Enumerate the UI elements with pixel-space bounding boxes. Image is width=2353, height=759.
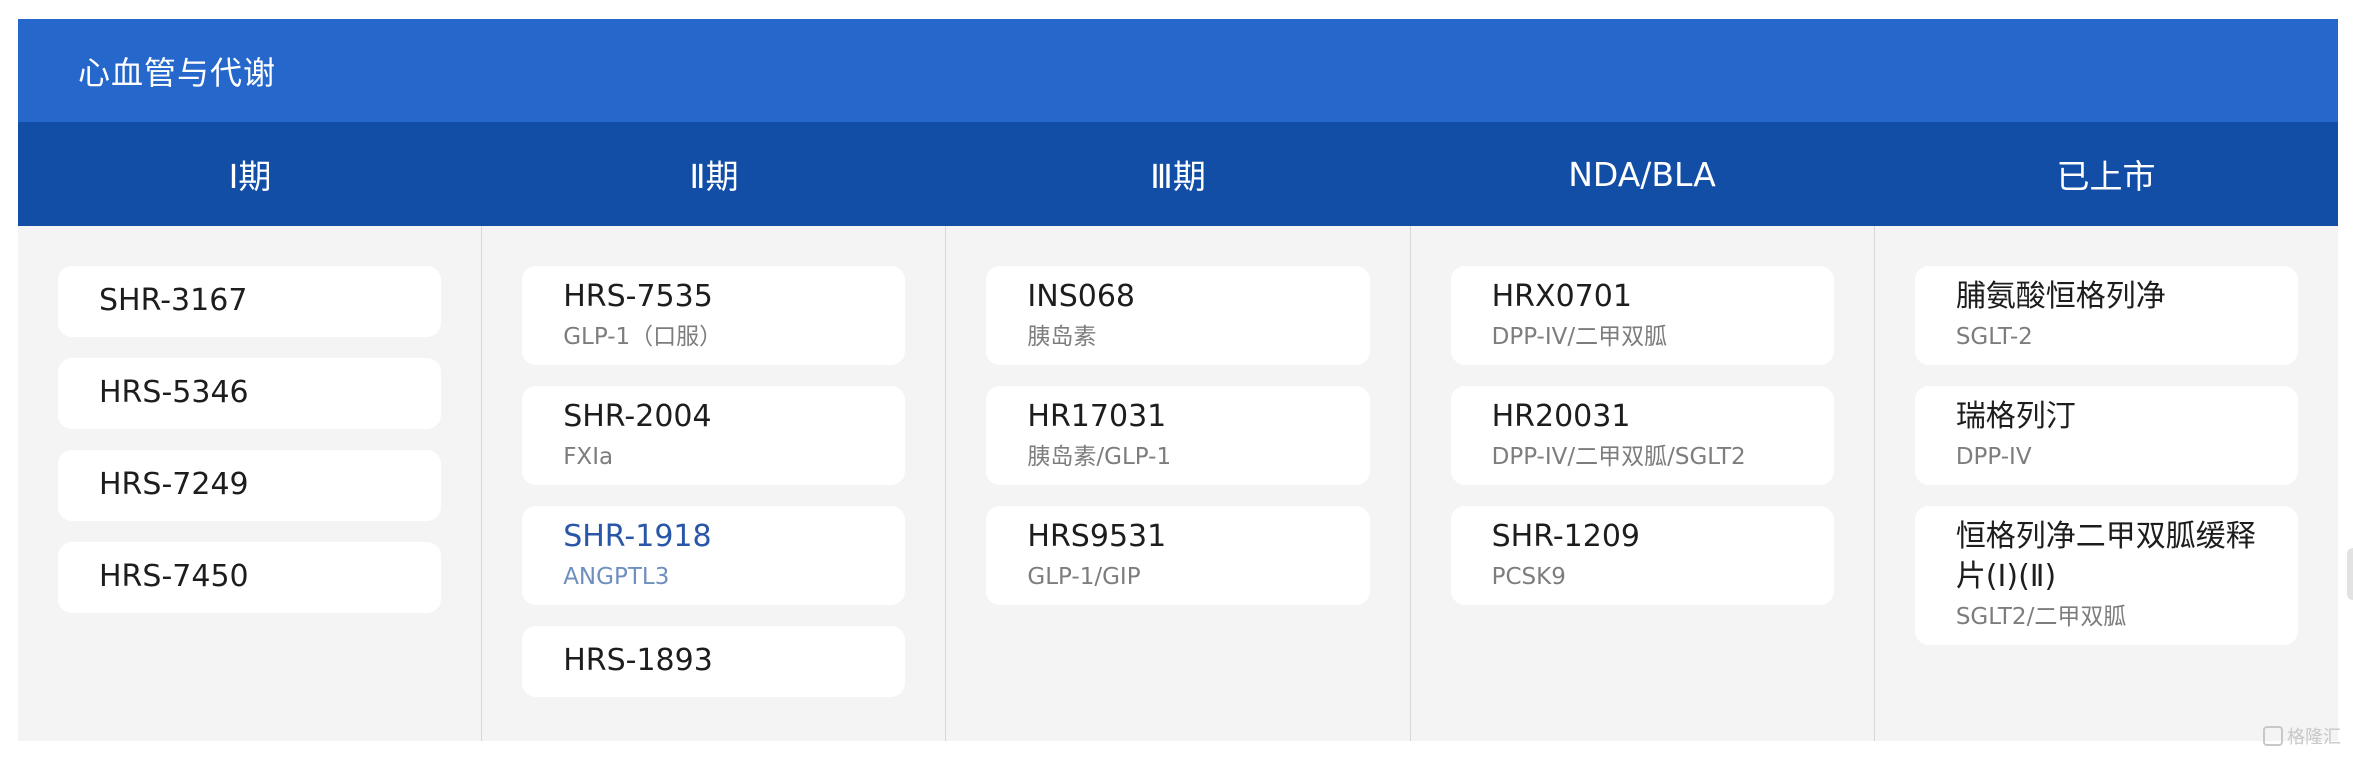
drug-card[interactable]: SHR-1209 PCSK9 xyxy=(1450,506,1834,605)
drug-target: 胰岛素/GLP-1 xyxy=(1027,444,1172,470)
phase-header-2: Ⅱ期 xyxy=(689,157,739,196)
drug-name: INS068 xyxy=(1027,279,1135,314)
drug-card[interactable]: HRS-7249 xyxy=(58,450,442,521)
pipeline-panel: 心血管与代谢 Ⅰ期 Ⅱ期 Ⅲ期 NDA/BLA 已上市 SHR-3167 HRS-… xyxy=(18,19,2338,741)
drug-name: HRS-7535 xyxy=(563,279,713,314)
drug-card[interactable]: SHR-3167 xyxy=(58,266,442,337)
section-header: 心血管与代谢 xyxy=(18,19,2338,122)
drug-card[interactable]: SHR-2004 FXIa xyxy=(522,386,906,485)
drug-card[interactable]: HRS-7450 xyxy=(58,542,442,613)
drug-name: 脯氨酸恒格列净 xyxy=(1955,279,2166,314)
drug-target: GLP-1（口服） xyxy=(563,324,723,350)
pipeline-columns: SHR-3167 HRS-5346 HRS-7249 HRS-7450 HRS-7535… xyxy=(18,226,2338,741)
drug-card[interactable]: HRS-5346 xyxy=(58,358,442,429)
drug-name: SHR-2004 xyxy=(563,399,712,434)
drug-card[interactable]: 恒格列净二甲双胍缓释片(Ⅰ)(Ⅱ) SGLT2/二甲双胍 xyxy=(1914,506,2299,645)
drug-name: SHR-1209 xyxy=(1491,519,1641,554)
drug-card[interactable]: HRX0701 DPP-IV/二甲双胍 xyxy=(1450,266,1834,365)
watermark: 格隆汇 xyxy=(2263,723,2341,749)
drug-target: PCSK9 xyxy=(1491,564,1566,590)
phase-column: HRX0701 DPP-IV/二甲双胍 HR20031 DPP-IV/二甲双胍/SGL… xyxy=(1409,226,1874,741)
phase-column: INS068 胰岛素 HR17031 胰岛素/GLP-1 HRS9531 GLP-1/GI… xyxy=(945,226,1409,741)
drug-name: HRS-1893 xyxy=(563,643,713,678)
watermark-logo-icon xyxy=(2263,726,2283,746)
phase-column: SHR-3167 HRS-5346 HRS-7249 HRS-7450 xyxy=(18,226,481,741)
drug-name: 瑞格列汀 xyxy=(1955,399,2076,434)
drug-target: SGLT-2 xyxy=(1955,324,2033,350)
phase-column: 脯氨酸恒格列净 SGLT-2 瑞格列汀 DPP-IV 恒格列净二甲双胍缓释片(Ⅰ)(Ⅱ)… xyxy=(1873,226,2338,741)
drug-target: SGLT2/二甲双胍 xyxy=(1955,604,2127,630)
phase-header-row: Ⅰ期 Ⅱ期 Ⅲ期 NDA/BLA 已上市 xyxy=(18,122,2338,226)
watermark-text: 格隆汇 xyxy=(2287,727,2341,748)
drug-target: DPP-IV/二甲双胍 xyxy=(1491,324,1668,350)
drug-card[interactable]: INS068 胰岛素 xyxy=(986,266,1370,365)
section-title: 心血管与代谢 xyxy=(78,53,277,92)
drug-card[interactable]: HRS9531 GLP-1/GIP xyxy=(986,506,1370,605)
side-scroll-tab[interactable] xyxy=(2347,548,2353,600)
drug-name: 恒格列净二甲双胍缓释片(Ⅰ)(Ⅱ) xyxy=(1955,519,2256,594)
drug-target: 胰岛素 xyxy=(1027,324,1097,350)
drug-name: HRX0701 xyxy=(1491,279,1632,314)
phase-header-marketed: 已上市 xyxy=(2056,157,2156,196)
drug-card[interactable]: HRS-1893 xyxy=(522,626,906,697)
drug-card[interactable]: 脯氨酸恒格列净 SGLT-2 xyxy=(1914,266,2299,365)
drug-name: SHR-1918 xyxy=(563,519,712,554)
drug-card[interactable]: HRS-7535 GLP-1（口服） xyxy=(522,266,906,365)
drug-name: HRS-5346 xyxy=(99,375,249,410)
drug-name: HR17031 xyxy=(1027,399,1167,434)
drug-target: GLP-1/GIP xyxy=(1027,564,1141,590)
drug-name: HR20031 xyxy=(1491,399,1631,434)
phase-header-1: Ⅰ期 xyxy=(228,157,272,196)
drug-name: HRS-7249 xyxy=(99,467,249,502)
drug-target: DPP-IV/二甲双胍/SGLT2 xyxy=(1491,444,1746,470)
phase-column: HRS-7535 GLP-1（口服） SHR-2004 FXIa SHR-1918 ANG… xyxy=(481,226,945,741)
drug-card[interactable]: HR17031 胰岛素/GLP-1 xyxy=(986,386,1370,485)
drug-card[interactable]: 瑞格列汀 DPP-IV xyxy=(1914,386,2299,485)
phase-header-3: Ⅲ期 xyxy=(1150,157,1206,196)
drug-target: DPP-IV xyxy=(1955,444,2032,470)
drug-name: HRS9531 xyxy=(1027,519,1167,554)
drug-card[interactable]: HR20031 DPP-IV/二甲双胍/SGLT2 xyxy=(1450,386,1834,485)
drug-name: SHR-3167 xyxy=(99,283,248,318)
drug-target: FXIa xyxy=(563,444,614,470)
drug-name: HRS-7450 xyxy=(99,559,249,594)
drug-target: ANGPTL3 xyxy=(563,564,670,590)
drug-card[interactable]: SHR-1918 ANGPTL3 xyxy=(522,506,906,605)
phase-header-nda: NDA/BLA xyxy=(1568,154,1716,194)
